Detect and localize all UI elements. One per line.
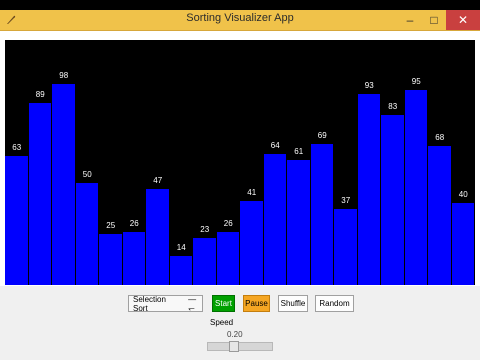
bar: [5, 155, 29, 285]
algorithm-select[interactable]: Selection Sort —↽: [128, 294, 203, 313]
bar-label: 61: [294, 146, 304, 156]
bar: [99, 233, 123, 285]
dropdown-icon: —↽: [188, 294, 197, 313]
bars-canvas: 63 89 98 50 25 26 47 14 23 26 41 64 61 69 37 93 83 95 68 40: [5, 40, 475, 285]
bar-label: 89: [35, 89, 45, 99]
bar-label: 47: [153, 175, 163, 185]
bar-label: 50: [82, 169, 92, 179]
bar-label: 40: [458, 190, 468, 199]
algorithm-select-value: Selection Sort: [133, 294, 166, 313]
bar-label: 26: [129, 218, 139, 228]
bar-label: 25: [106, 220, 116, 230]
bar: [169, 256, 193, 285]
close-icon[interactable]: ✕: [446, 10, 480, 30]
random-button[interactable]: Random: [315, 295, 354, 312]
speed-label: Speed: [210, 318, 234, 327]
bar: [240, 200, 264, 285]
control-panel: Selection Sort —↽ Start Pause Shuffle Ra…: [0, 286, 480, 360]
minimize-icon[interactable]: –: [398, 10, 422, 30]
app-window: Sorting Visualizer App – □ ✕ 63 89 98 50 25 2…: [0, 10, 480, 360]
bar: [263, 153, 287, 285]
bar: [75, 182, 99, 285]
bar: [334, 209, 358, 285]
bar: [122, 231, 146, 285]
bar: [381, 114, 405, 285]
bar: [146, 188, 170, 285]
speed-slider-thumb[interactable]: [229, 341, 239, 352]
bar-label: 69: [317, 130, 327, 140]
titlebar[interactable]: Sorting Visualizer App – □ ✕: [0, 10, 480, 31]
bar: [428, 145, 452, 285]
bar-label: 83: [388, 101, 398, 111]
maximize-icon[interactable]: □: [422, 10, 446, 30]
speed-value: 0.20: [227, 330, 243, 339]
bar-label: 64: [270, 140, 280, 150]
window-controls: – □ ✕: [398, 10, 480, 30]
bar: [451, 203, 475, 285]
bar: [404, 90, 428, 285]
shuffle-button[interactable]: Shuffle: [278, 295, 308, 312]
bar-label: 14: [176, 243, 186, 253]
speed-slider[interactable]: [207, 342, 273, 351]
bar-label: 26: [223, 218, 233, 228]
bar: [310, 143, 334, 285]
bar: [28, 102, 52, 285]
bar: [216, 231, 240, 285]
bar-label: 95: [411, 77, 421, 87]
bar: [193, 237, 217, 285]
bar-label: 37: [341, 196, 351, 206]
bar-label: 68: [435, 132, 445, 142]
bar-label: 23: [200, 224, 210, 234]
bar-label: 98: [59, 71, 69, 81]
bar: [287, 159, 311, 285]
bar-label: 63: [12, 142, 22, 152]
bar: [52, 84, 76, 285]
bar: [357, 94, 381, 285]
bar-label: 41: [247, 187, 257, 197]
bar-label: 93: [364, 81, 374, 91]
start-button[interactable]: Start: [212, 295, 235, 312]
pause-button[interactable]: Pause: [243, 295, 270, 312]
